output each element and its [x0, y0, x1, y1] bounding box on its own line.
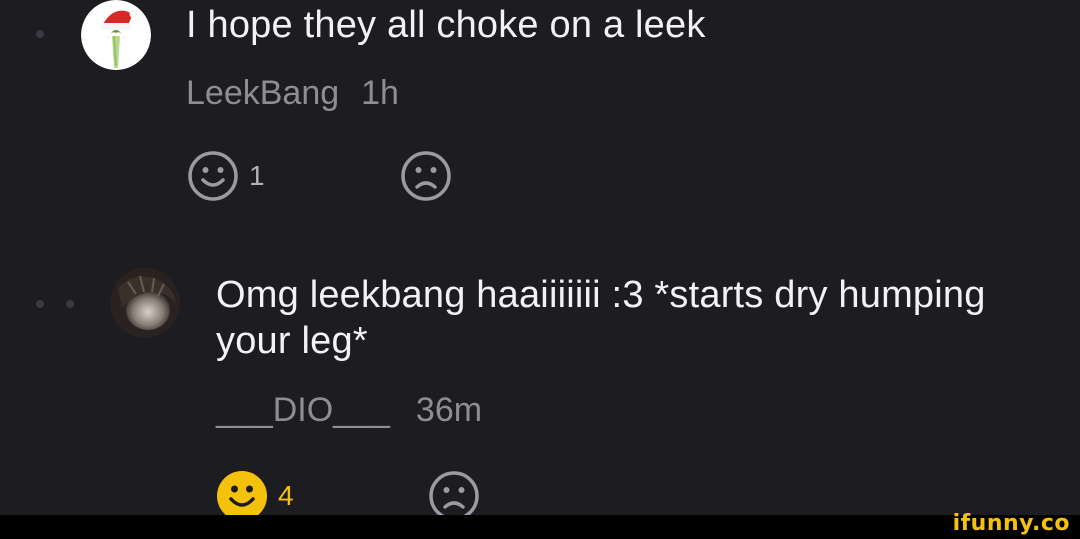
frown-icon [401, 151, 451, 201]
comment-author[interactable]: ___DIO___ [216, 391, 390, 429]
like-count: 1 [249, 160, 265, 191]
user-avatar-leekbang[interactable] [81, 0, 151, 70]
comment-timestamp: 1h [361, 74, 399, 112]
like-button[interactable]: 1 [187, 150, 265, 202]
comment-author[interactable]: LeekBang [186, 74, 339, 112]
comments-screen: I hope they all choke on a leek LeekBang… [0, 0, 1080, 539]
comment-text: I hope they all choke on a leek [186, 4, 706, 46]
portrait-icon [110, 268, 180, 338]
thread-indicator-dot [66, 300, 74, 308]
user-avatar-dio[interactable] [110, 268, 180, 338]
like-count: 4 [278, 480, 294, 511]
brand-watermark: ifunny.co [952, 511, 1070, 536]
comment-meta: LeekBang 1h [186, 73, 399, 113]
comment-meta: ___DIO___ 36m [216, 390, 482, 430]
thread-indicator-dot [36, 300, 44, 308]
smiley-icon [188, 151, 238, 201]
comment-text: Omg leekbang haaiiiiiii :3 *starts dry h… [216, 272, 1080, 364]
comment-text-line: your leg* [216, 320, 368, 362]
thread-indicator-dot [36, 30, 44, 38]
dislike-button[interactable] [400, 150, 452, 202]
comment-timestamp: 36m [415, 391, 483, 429]
comment-text-line: Omg leekbang haaiiiiiii :3 *starts dry h… [216, 274, 986, 316]
watermark-bar: ifunny.co [0, 511, 1080, 539]
santa-hat-leek-icon [81, 0, 151, 70]
